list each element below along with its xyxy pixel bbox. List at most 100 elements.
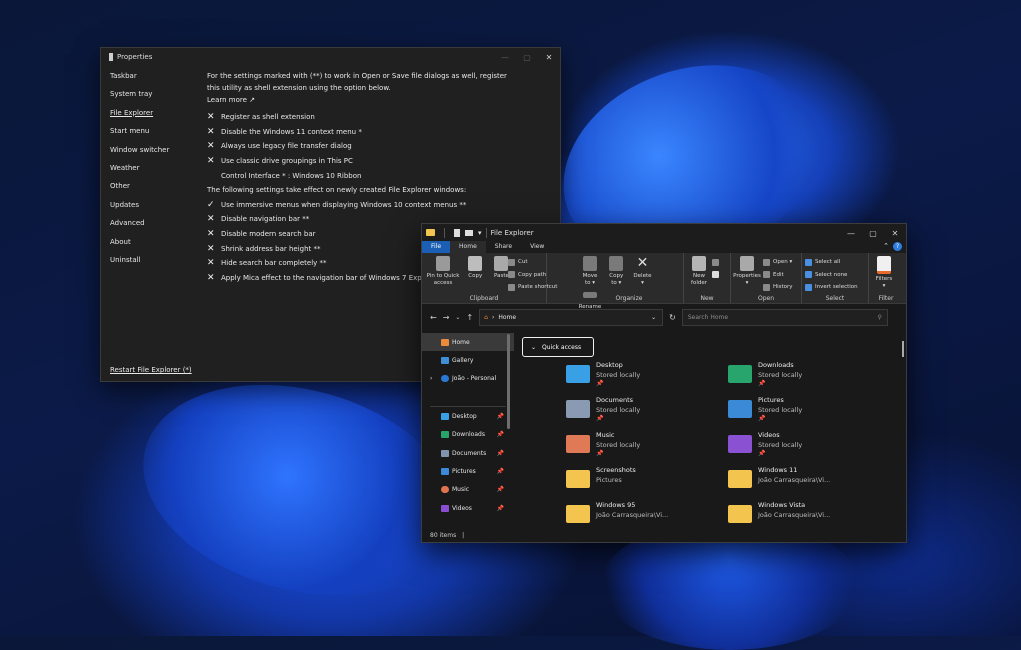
folder-name: Windows 95 — [596, 501, 636, 509]
button-label: New — [693, 273, 705, 279]
minimize-button[interactable]: — — [494, 48, 516, 66]
edit-icon — [763, 271, 770, 279]
nav-label: Home — [452, 338, 470, 346]
group-caption: Select — [825, 295, 845, 302]
folder-tile-pictures[interactable]: Pictures Stored locally 📌 — [728, 396, 802, 426]
forward-arrow-icon[interactable]: → — [443, 313, 450, 322]
folder-tile-windows-95[interactable]: Windows 95 João Carrasqueira\Vi... — [566, 501, 668, 531]
invert-selection-button[interactable]: Invert selection — [805, 281, 865, 294]
new-folder-button[interactable]: New folder — [687, 256, 711, 287]
folder-tile-documents[interactable]: Documents Stored locally 📌 — [566, 396, 640, 426]
address-bar[interactable]: ⌂ › Home ⌄ — [479, 308, 664, 326]
history-button[interactable]: History — [763, 281, 793, 294]
sidebar-item-file-explorer[interactable]: File Explorer — [110, 109, 200, 127]
chevron-down-icon[interactable]: ▾ — [478, 229, 482, 237]
tab-share[interactable]: Share — [486, 241, 521, 253]
folder-tile-windows-vista[interactable]: Windows Vista João Carrasqueira\Vi... — [728, 501, 830, 531]
fe-titlebar[interactable]: ▾ File Explorer — ▢ ✕ — [422, 224, 906, 241]
address-dropdown-icon[interactable]: ⌄ — [651, 314, 656, 321]
copy-button[interactable]: Copy — [463, 256, 487, 280]
restart-file-explorer-link[interactable]: Restart File Explorer (*) — [110, 366, 192, 374]
folder-tile-desktop[interactable]: Desktop Stored locally 📌 — [566, 361, 640, 391]
properties-titlebar[interactable]: Properties — ▢ ✕ — [101, 48, 560, 66]
option-disable-win11-context-menu[interactable]: ✕ Disable the Windows 11 context menu * — [207, 125, 557, 140]
paste-shortcut-button[interactable]: Paste shortcut — [508, 281, 566, 294]
content-scrollbar[interactable] — [902, 341, 904, 357]
filters-button[interactable]: Filters ▾ — [872, 256, 896, 290]
tab-file[interactable]: File — [422, 241, 451, 253]
option-label: Hide search bar completely ** — [221, 259, 327, 268]
sidebar-item-advanced[interactable]: Advanced — [110, 219, 200, 237]
folder-tile-windows-11[interactable]: Windows 11 João Carrasqueira\Vi... — [728, 466, 830, 496]
easy-access-button[interactable] — [712, 269, 719, 282]
nav-item-desktop[interactable]: Desktop 📌 — [422, 407, 514, 425]
select-none-button[interactable]: Select none — [805, 269, 865, 282]
option-register-shell-extension[interactable]: ✕ Register as shell extension — [207, 110, 557, 125]
move-to-button[interactable]: Move to ▾ — [578, 256, 602, 287]
minimize-button[interactable]: — — [840, 224, 862, 242]
chevron-down-icon: ⌄ — [531, 343, 537, 351]
filter-icon — [877, 256, 891, 274]
sidebar-item-taskbar[interactable]: Taskbar — [110, 72, 200, 90]
properties-button[interactable]: Properties ▾ — [733, 256, 761, 287]
properties-icon[interactable] — [454, 228, 460, 237]
pin-to-quick-access-button[interactable]: Pin to Quick access — [425, 256, 461, 287]
up-arrow-icon[interactable]: ↑ — [466, 313, 473, 322]
tab-home[interactable]: Home — [450, 241, 486, 253]
new-item-button[interactable] — [712, 256, 719, 269]
sidebar-item-start-menu[interactable]: Start menu — [110, 127, 200, 145]
nav-item-onedrive[interactable]: › João - Personal — [422, 370, 514, 388]
quick-access-header[interactable]: ⌄ Quick access — [522, 337, 594, 357]
nav-item-documents[interactable]: Documents 📌 — [422, 444, 514, 462]
option-immersive-menus[interactable]: ✓ Use immersive menus when displaying Win… — [207, 198, 557, 213]
sidebar-item-updates[interactable]: Updates — [110, 201, 200, 219]
open-button[interactable]: Open ▾ — [763, 256, 793, 269]
chevron-right-icon[interactable]: › — [430, 375, 432, 382]
cut-button[interactable]: Cut — [508, 256, 566, 269]
folder-tile-screenshots[interactable]: Screenshots Pictures — [566, 466, 636, 496]
section-title: Quick access — [542, 343, 582, 351]
new-folder-icon[interactable] — [465, 229, 473, 236]
nav-item-music[interactable]: Music 📌 — [422, 481, 514, 499]
select-all-button[interactable]: Select all — [805, 256, 865, 269]
sidebar-item-uninstall[interactable]: Uninstall — [110, 256, 200, 274]
sidebar-item-about[interactable]: About — [110, 238, 200, 256]
option-control-interface[interactable]: Control Interface * : Windows 10 Ribbon — [207, 168, 557, 183]
tab-view[interactable]: View — [521, 241, 553, 253]
nav-item-downloads[interactable]: Downloads 📌 — [422, 426, 514, 444]
back-arrow-icon[interactable]: ← — [430, 313, 437, 322]
nav-item-gallery[interactable]: Gallery — [422, 351, 514, 369]
option-legacy-file-transfer[interactable]: ✕ Always use legacy file transfer dialog — [207, 139, 557, 154]
delete-button[interactable]: ✕ Delete ▾ — [630, 256, 654, 287]
learn-more-link[interactable]: Learn more ↗ — [207, 94, 557, 106]
copy-to-button[interactable]: Copy to ▾ — [604, 256, 628, 287]
copy-path-button[interactable]: Copy path — [508, 269, 566, 282]
help-icon[interactable]: ? — [893, 242, 902, 251]
option-classic-drive-groupings[interactable]: ✕ Use classic drive groupings in This PC — [207, 154, 557, 169]
folder-location: Stored locally — [596, 371, 641, 379]
refresh-icon[interactable]: ↻ — [669, 313, 676, 322]
downloads-folder-icon — [728, 365, 752, 383]
sidebar-item-window-switcher[interactable]: Window switcher — [110, 146, 200, 164]
edit-button[interactable]: Edit — [763, 269, 793, 282]
sidebar-item-other[interactable]: Other — [110, 182, 200, 200]
documents-icon — [441, 449, 449, 457]
maximize-button[interactable]: ▢ — [862, 224, 884, 242]
section-note: The following settings take effect on ne… — [207, 183, 557, 198]
chevron-down-icon[interactable]: ⌄ — [455, 314, 460, 321]
close-button[interactable]: ✕ — [884, 224, 906, 242]
nav-scrollbar[interactable] — [507, 334, 510, 429]
chevron-up-icon[interactable]: ⌃ — [883, 242, 889, 251]
sidebar-item-weather[interactable]: Weather — [110, 164, 200, 182]
close-button[interactable]: ✕ — [538, 48, 560, 66]
folder-tile-videos[interactable]: Videos Stored locally 📌 — [728, 431, 802, 461]
intro-text: For the settings marked with (**) to wor… — [207, 72, 507, 80]
nav-item-home[interactable]: Home — [422, 333, 514, 352]
folder-tile-downloads[interactable]: Downloads Stored locally 📌 — [728, 361, 802, 391]
nav-item-pictures[interactable]: Pictures 📌 — [422, 462, 514, 480]
folder-tile-music[interactable]: Music Stored locally 📌 — [566, 431, 640, 461]
sidebar-item-system-tray[interactable]: System tray — [110, 90, 200, 108]
maximize-button[interactable]: ▢ — [516, 48, 538, 66]
nav-item-videos[interactable]: Videos 📌 — [422, 499, 514, 517]
search-input[interactable]: Search Home ⚲ — [681, 308, 888, 326]
